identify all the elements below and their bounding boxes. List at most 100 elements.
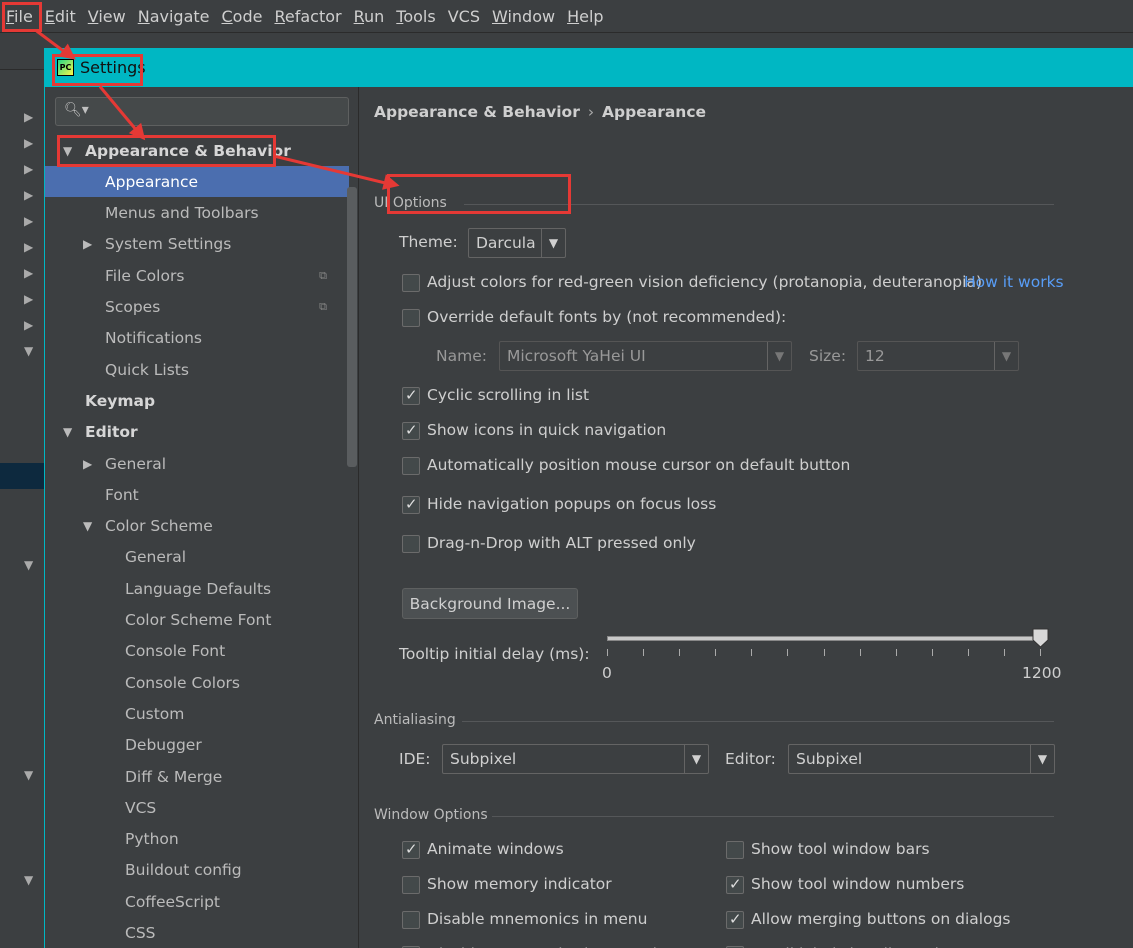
- tree-item-scopes[interactable]: Scopes ⧉: [45, 292, 349, 323]
- slider-tick: [967, 649, 969, 656]
- adjust-colors-label: Adjust colors for red-green vision defic…: [427, 273, 982, 291]
- tree-item-notifications[interactable]: Notifications: [45, 323, 349, 354]
- background-image-button[interactable]: Background Image...: [402, 588, 578, 619]
- tree-item-keymap[interactable]: Keymap: [45, 385, 349, 416]
- expand-arrow-icon[interactable]: ▶: [83, 237, 92, 251]
- cyclic-scrolling-checkbox[interactable]: [402, 386, 420, 405]
- section-window-options: Window Options: [374, 807, 1054, 823]
- tree-item-editor[interactable]: ▼ Editor: [45, 417, 349, 448]
- tree-item-quick-lists[interactable]: Quick Lists: [45, 354, 349, 385]
- menu-edit[interactable]: Edit: [45, 7, 76, 26]
- show-memory-indicator-checkbox[interactable]: [402, 876, 420, 894]
- hide-nav-popups-checkbox[interactable]: [402, 495, 420, 514]
- show-tool-window-bars-checkbox[interactable]: [726, 841, 744, 859]
- tree-item-python[interactable]: Python: [45, 824, 349, 855]
- font-size-value: 12: [865, 347, 885, 365]
- editor-antialiasing-select[interactable]: Subpixel ▼: [788, 744, 1055, 774]
- tree-item-menus-and-toolbars[interactable]: Menus and Toolbars: [45, 198, 349, 229]
- theme-label: Theme:: [399, 233, 458, 251]
- breadcrumb-separator: ›: [587, 103, 595, 121]
- animate-windows-checkbox[interactable]: [402, 840, 420, 859]
- tree-item-font[interactable]: Font: [45, 479, 349, 510]
- adjust-colors-checkbox[interactable]: [402, 274, 420, 292]
- show-tool-window-numbers-checkbox[interactable]: [726, 875, 744, 894]
- auto-position-checkbox[interactable]: [402, 457, 420, 475]
- tree-item-general[interactable]: ▶ General: [45, 448, 349, 479]
- menu-view[interactable]: View: [88, 7, 126, 26]
- menu-help[interactable]: Help: [567, 7, 603, 26]
- tree-item-color-scheme[interactable]: ▼ Color Scheme: [45, 511, 349, 542]
- tree-item-label: Quick Lists: [105, 360, 189, 379]
- tree-item-label: Scopes: [105, 298, 161, 316]
- tree-item-file-colors[interactable]: File Colors ⧉: [45, 260, 349, 291]
- tree-item-coffeescript[interactable]: CoffeeScript: [45, 886, 349, 917]
- menu-refactor[interactable]: Refactor: [274, 7, 341, 26]
- font-name-select[interactable]: Microsoft YaHei UI ▼: [499, 341, 792, 371]
- tree-item-label: Menus and Toolbars: [105, 204, 259, 223]
- settings-search-input[interactable]: 🔍︎▾: [55, 97, 349, 126]
- tree-item-console-colors[interactable]: Console Colors: [45, 667, 349, 698]
- tree-item-buildout-config[interactable]: Buildout config: [45, 855, 349, 886]
- show-memory-indicator-label: Show memory indicator: [427, 875, 612, 893]
- show-icons-checkbox[interactable]: [402, 421, 420, 440]
- dialog-titlebar[interactable]: PC Settings: [45, 48, 1133, 87]
- tree-expand-icon: ▶: [24, 162, 34, 176]
- slider-tick: [751, 649, 753, 656]
- settings-dialog: PC Settings 🔍︎▾ ▼ Appearance & Behavior Ap…: [44, 48, 1133, 948]
- ide-antialiasing-select[interactable]: Subpixel ▼: [442, 744, 709, 774]
- menu-vcs[interactable]: VCS: [448, 7, 480, 26]
- override-fonts-label: Override default fonts by (not recommend…: [427, 308, 787, 326]
- drag-drop-label: Drag-n-Drop with ALT pressed only: [427, 534, 696, 552]
- dropdown-arrow-icon: ▼: [1030, 745, 1054, 773]
- collapse-arrow-icon[interactable]: ▼: [63, 425, 72, 439]
- expand-arrow-icon[interactable]: ▶: [83, 457, 92, 471]
- disable-mnemonics-in-menu-label: Disable mnemonics in menu: [427, 910, 648, 928]
- slider-min-label: 0: [602, 664, 612, 682]
- tooltip-delay-slider[interactable]: [607, 636, 1044, 641]
- menu-code[interactable]: Code: [222, 7, 263, 26]
- tree-item-general[interactable]: General: [45, 542, 349, 573]
- tree-item-console-font[interactable]: Console Font: [45, 636, 349, 667]
- tree-item-debugger[interactable]: Debugger: [45, 730, 349, 761]
- breadcrumb-parent[interactable]: Appearance & Behavior: [374, 103, 580, 121]
- tree-expand-icon: ▶: [24, 214, 34, 228]
- how-it-works-link[interactable]: How it works: [964, 273, 1064, 291]
- menu-mnemonic: R: [274, 6, 285, 26]
- tree-item-css[interactable]: CSS: [45, 918, 349, 948]
- menu-label: elp: [579, 6, 604, 26]
- tree-item-label: Console Colors: [125, 673, 241, 692]
- allow-merging-buttons-on-dialogs-checkbox[interactable]: [726, 910, 744, 929]
- font-size-select[interactable]: 12 ▼: [857, 341, 1019, 371]
- drag-drop-checkbox[interactable]: [402, 535, 420, 553]
- tree-expand-icon: ▶: [24, 136, 34, 150]
- slider-thumb[interactable]: [1032, 628, 1049, 648]
- tree-item-vcs[interactable]: VCS: [45, 792, 349, 823]
- tree-item-label: Color Scheme Font: [125, 611, 272, 629]
- tree-item-system-settings[interactable]: ▶ System Settings: [45, 229, 349, 260]
- tree-item-color-scheme-font[interactable]: Color Scheme Font: [45, 605, 349, 636]
- override-fonts-checkbox[interactable]: [402, 309, 420, 327]
- menu-navigate[interactable]: Navigate: [138, 7, 210, 26]
- tree-item-label: Custom: [125, 704, 185, 723]
- slider-tick: [931, 649, 933, 656]
- tooltip-delay-label: Tooltip initial delay (ms):: [399, 645, 590, 663]
- menu-window[interactable]: Window: [492, 7, 555, 26]
- tree-item-label: Color Scheme: [105, 517, 213, 536]
- tree-item-appearance[interactable]: Appearance: [45, 166, 349, 198]
- breadcrumb: Appearance & Behavior › Appearance: [374, 103, 706, 121]
- slider-tick: [607, 649, 608, 656]
- cyclic-scrolling-label: Cyclic scrolling in list: [427, 386, 590, 404]
- disable-mnemonics-in-menu-checkbox[interactable]: [402, 911, 420, 929]
- menu-tools[interactable]: Tools: [396, 7, 435, 26]
- font-name-label: Name:: [436, 347, 487, 365]
- tree-item-diff-merge[interactable]: Diff & Merge: [45, 761, 349, 792]
- menu-mnemonic: C: [221, 6, 233, 26]
- collapse-arrow-icon[interactable]: ▼: [83, 519, 92, 533]
- dropdown-arrow-icon: ▼: [767, 342, 791, 370]
- tree-scrollbar[interactable]: [347, 187, 357, 467]
- menu-mnemonic: R: [353, 6, 364, 26]
- theme-select[interactable]: Darcula ▼: [468, 228, 566, 258]
- tree-item-custom[interactable]: Custom: [45, 698, 349, 729]
- tree-item-language-defaults[interactable]: Language Defaults: [45, 573, 349, 604]
- menu-run[interactable]: Run: [354, 7, 385, 26]
